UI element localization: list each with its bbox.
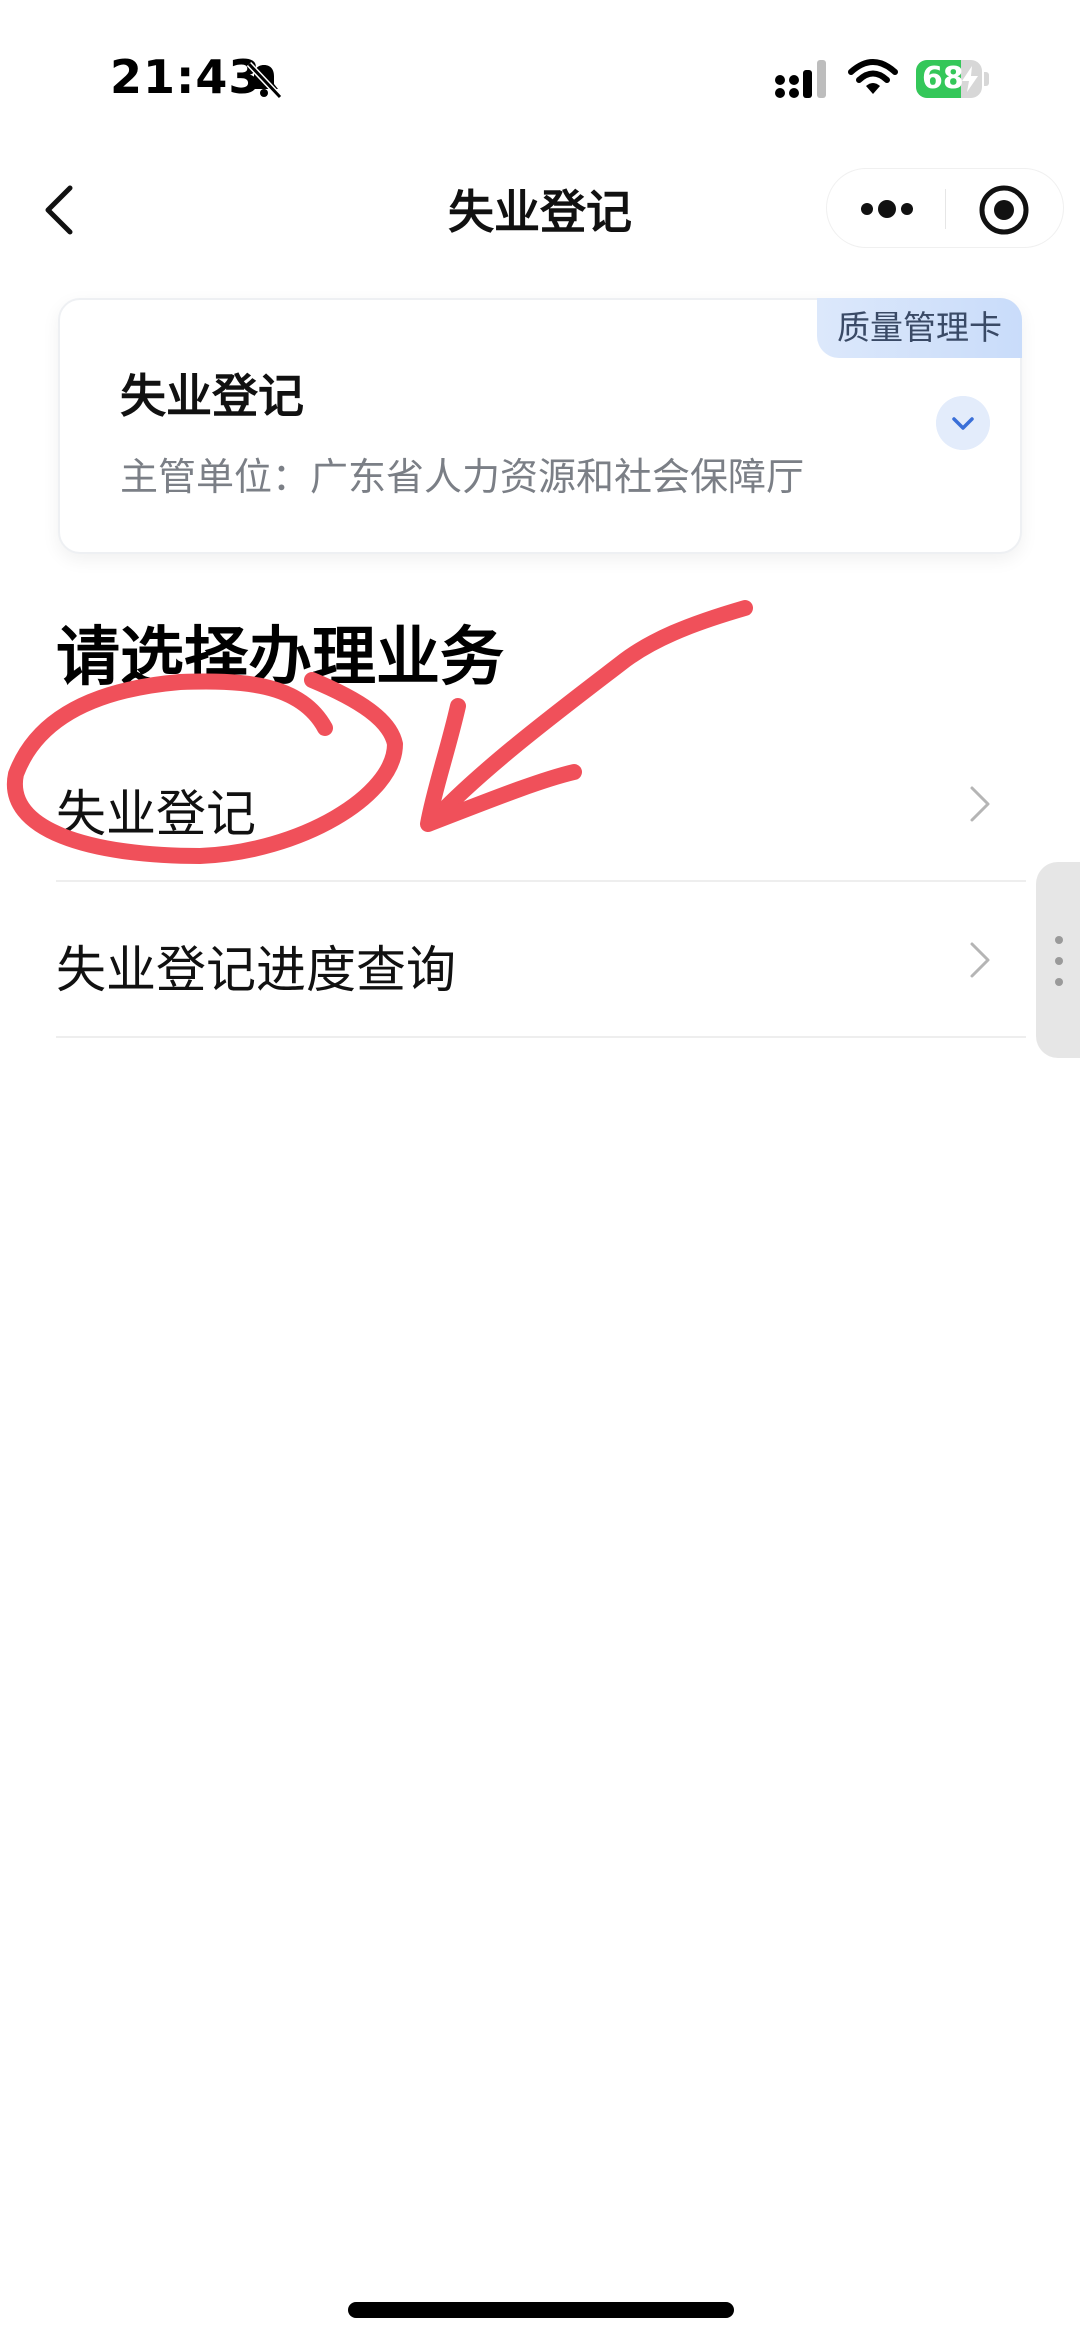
bell-mute-icon xyxy=(246,61,283,100)
vertical-dots-icon xyxy=(1055,936,1063,986)
quality-management-badge[interactable]: 质量管理卡 xyxy=(817,298,1022,358)
chevron-down-icon[interactable] xyxy=(936,396,990,450)
charging-bolt-icon xyxy=(962,66,978,92)
signal-icon xyxy=(775,60,826,98)
more-dots-icon[interactable] xyxy=(857,195,917,223)
mini-program-capsule xyxy=(826,168,1064,248)
list-item-label: 失业登记进度查询 xyxy=(56,941,456,999)
card-subtitle: 主管单位：广东省人力资源和社会保障厅 xyxy=(120,455,805,499)
chevron-right-icon xyxy=(970,786,990,822)
floating-side-handle[interactable] xyxy=(1036,862,1080,1058)
home-indicator xyxy=(348,2302,734,2318)
card-title: 失业登记 xyxy=(120,369,304,423)
chevron-right-icon xyxy=(970,942,990,978)
battery-cap xyxy=(984,72,989,86)
status-time: 21:43 xyxy=(110,50,262,104)
red-annotation-overlay xyxy=(6,600,753,864)
battery-icon: 68 xyxy=(916,60,989,98)
wifi-icon xyxy=(848,59,898,94)
capsule-divider xyxy=(945,189,946,229)
service-info-card: 质量管理卡 失业登记 主管单位：广东省人力资源和社会保障厅 xyxy=(58,298,1022,554)
close-target-icon[interactable] xyxy=(977,183,1031,237)
